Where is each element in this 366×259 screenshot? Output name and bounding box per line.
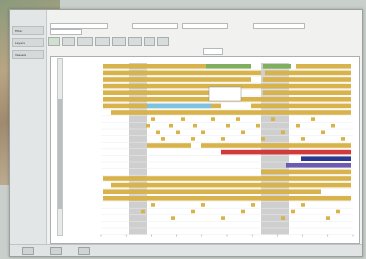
event-marker: [336, 209, 340, 214]
timeline-bar: [265, 70, 351, 76]
timeline-bar: [147, 143, 191, 148]
toolbar-button-8[interactable]: [157, 37, 170, 46]
toolbar-button-5[interactable]: [112, 37, 127, 46]
event-marker: [241, 209, 245, 214]
timeline-bar: [147, 103, 211, 109]
event-marker: [291, 209, 295, 214]
timeline-bar: [221, 149, 351, 155]
event-marker: [331, 123, 335, 128]
timeline-bar: [103, 77, 251, 82]
timeline-bar: [103, 176, 351, 181]
nav-item-vessels[interactable]: Vessels: [12, 50, 44, 59]
event-marker: [156, 130, 160, 135]
timeline-bar: [103, 189, 321, 194]
event-marker: [141, 209, 145, 214]
vertical-scrollbar[interactable]: [57, 58, 63, 236]
event-marker: [271, 117, 275, 121]
timeline-bar: [103, 64, 206, 69]
event-marker: [221, 137, 225, 141]
left-navigation: Filter Layers Vessels: [10, 10, 47, 256]
filter-field-2[interactable]: [132, 23, 178, 29]
event-marker: [151, 203, 155, 207]
nav-item-label: Vessels: [15, 53, 27, 57]
event-marker: [201, 130, 205, 135]
nav-item-label: Layers: [15, 41, 25, 45]
timeline-bar: [301, 156, 351, 161]
timeline-bar: [201, 143, 351, 148]
nav-item-layers[interactable]: Layers: [12, 38, 44, 47]
event-marker: [301, 203, 305, 207]
gantt-chart-frame: [50, 56, 360, 244]
timeline-bar: [263, 90, 351, 95]
event-marker: [176, 130, 180, 135]
event-marker: [161, 137, 165, 141]
event-marker: [326, 216, 330, 220]
event-marker: [211, 117, 215, 121]
toolbar-button-6[interactable]: [128, 37, 142, 46]
event-marker: [193, 123, 197, 128]
status-button-1[interactable]: [22, 247, 34, 255]
event-marker: [321, 130, 325, 135]
event-marker: [251, 203, 255, 207]
tooltip-box: [208, 86, 242, 102]
event-marker: [151, 117, 155, 121]
application-window: Filter Layers Vessels: [9, 9, 363, 257]
status-bar: [10, 244, 362, 256]
timeline-bar: [111, 182, 351, 188]
event-marker: [169, 123, 173, 128]
nav-item-label: Filter: [15, 29, 23, 33]
status-button-3[interactable]: [78, 247, 90, 255]
event-marker: [146, 123, 150, 128]
timeline-bar: [103, 196, 351, 201]
event-marker: [181, 117, 185, 121]
timeline-bar: [286, 163, 351, 168]
toolbar-button-7[interactable]: [143, 37, 156, 46]
event-marker: [221, 216, 225, 220]
filter-panel: [48, 12, 360, 36]
scrollbar-thumb[interactable]: [58, 99, 62, 209]
status-button-2[interactable]: [50, 247, 62, 255]
timeline-bar: [263, 77, 351, 82]
filter-field-5[interactable]: [50, 29, 82, 35]
event-marker: [171, 216, 175, 220]
timeline-bar: [296, 64, 351, 69]
event-marker: [241, 130, 245, 135]
toolbar-button-1[interactable]: [48, 37, 60, 46]
event-marker: [236, 117, 240, 121]
nav-item-filter[interactable]: Filter: [12, 26, 44, 35]
filter-field-3[interactable]: [182, 23, 228, 29]
event-marker: [191, 209, 195, 214]
timeline-bar: [111, 110, 351, 115]
toolbar-button-3[interactable]: [77, 37, 93, 46]
event-marker: [341, 137, 345, 141]
timeline-bar: [263, 64, 291, 69]
timeline-bar: [251, 103, 351, 109]
event-marker: [256, 123, 260, 128]
event-marker: [281, 216, 285, 220]
event-marker: [301, 137, 305, 141]
zoom-input[interactable]: [203, 48, 223, 55]
event-marker: [261, 137, 265, 141]
timeline-bar: [261, 169, 351, 175]
event-marker: [226, 123, 230, 128]
event-marker: [311, 117, 315, 121]
chart-toolbar: [48, 37, 360, 46]
timeline-bar: [103, 70, 261, 76]
toolbar-button-2[interactable]: [61, 37, 76, 46]
filter-field-4[interactable]: [253, 23, 305, 29]
timeline-bar: [206, 64, 251, 69]
event-marker: [296, 123, 300, 128]
event-marker: [201, 203, 205, 207]
event-marker: [281, 130, 285, 135]
event-marker: [191, 137, 195, 141]
toolbar-button-4[interactable]: [94, 37, 111, 46]
gantt-chart[interactable]: [51, 57, 359, 243]
